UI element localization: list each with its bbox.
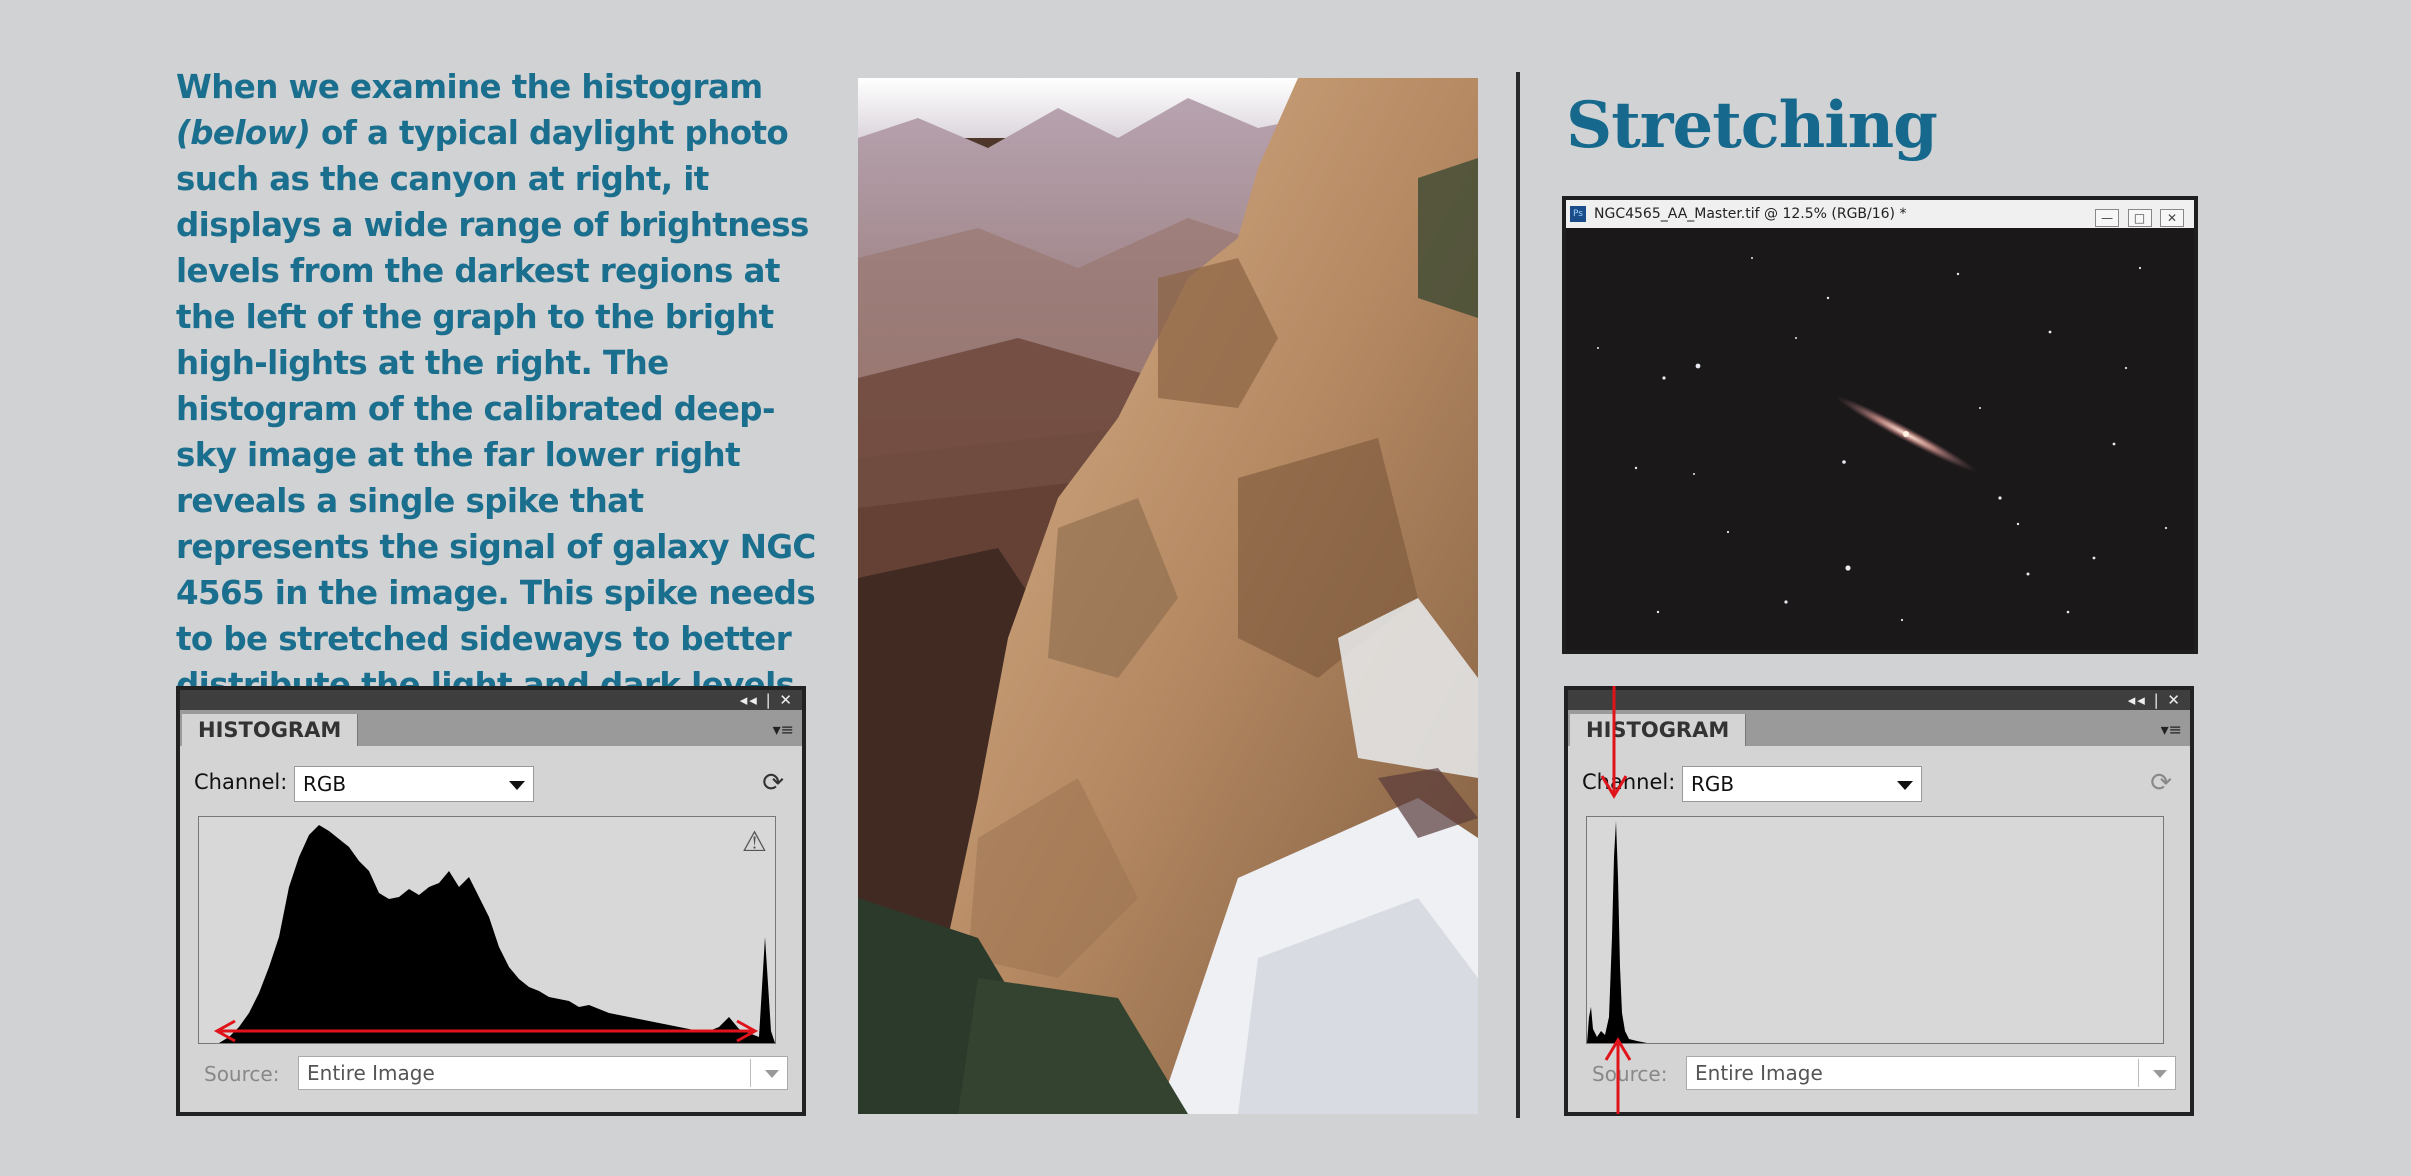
maximize-button[interactable]: □ <box>2127 209 2152 227</box>
source-label: Source: <box>204 1062 280 1086</box>
panel-header-bar[interactable]: ◂◂ | ✕ <box>1568 690 2190 710</box>
histogram-graph: ⚠ <box>198 816 776 1044</box>
panel-header-bar[interactable]: ◂◂ | ✕ <box>180 690 802 710</box>
intro-paragraph: When we examine the histogram (below) of… <box>176 64 816 754</box>
source-select-divider <box>2138 1059 2139 1087</box>
window-titlebar[interactable]: Ps NGC4565_AA_Master.tif @ 12.5% (RGB/16… <box>1566 200 2194 228</box>
channel-label: Channel: <box>194 770 288 794</box>
column-divider <box>1516 72 1520 1118</box>
channel-label: Channel: <box>1582 770 1676 794</box>
source-select-value: Entire Image <box>307 1061 435 1085</box>
panel-collapse-close-controls[interactable]: ◂◂ | ✕ <box>740 690 794 710</box>
channel-select-value: RGB <box>1691 772 1735 796</box>
chevron-down-icon <box>1897 781 1913 790</box>
panel-tab-row: HISTOGRAM ▾≡ <box>180 710 802 746</box>
canyon-photo-art <box>858 78 1478 1114</box>
close-button[interactable]: ✕ <box>2160 209 2184 227</box>
tab-histogram[interactable]: HISTOGRAM <box>1570 714 1747 746</box>
intro-body: of a typical daylight photo such as the … <box>176 114 816 750</box>
canyon-photo <box>858 78 1478 1114</box>
panel-menu-icon[interactable]: ▾≡ <box>2161 720 2182 739</box>
source-select-value: Entire Image <box>1695 1061 1823 1085</box>
chevron-down-icon <box>765 1070 779 1078</box>
panel-tab-row: HISTOGRAM ▾≡ <box>1568 710 2190 746</box>
channel-select[interactable]: RGB <box>294 766 534 802</box>
range-arrow-annotation <box>213 1019 759 1043</box>
source-select[interactable]: Entire Image <box>298 1056 788 1090</box>
histogram-spike <box>1587 821 1647 1043</box>
window-title: NGC4565_AA_Master.tif @ 12.5% (RGB/16) * <box>1594 206 1907 222</box>
galaxy-starfield <box>1566 228 2194 650</box>
section-title: Stretching <box>1566 88 1938 163</box>
panel-menu-icon[interactable]: ▾≡ <box>773 720 794 739</box>
source-select-divider <box>750 1059 751 1087</box>
source-select[interactable]: Entire Image <box>1686 1056 2176 1090</box>
histogram-panel-daylight[interactable]: ◂◂ | ✕ HISTOGRAM ▾≡ Channel: RGB ⟳ ⚠ Sou… <box>176 686 806 1116</box>
panel-collapse-close-controls[interactable]: ◂◂ | ✕ <box>2128 690 2182 710</box>
chevron-down-icon <box>509 781 525 790</box>
histogram-graph-art <box>1587 821 1647 1043</box>
histogram-panel-deep-sky[interactable]: ◂◂ | ✕ HISTOGRAM ▾≡ Channel: RGB ⟳ Sourc… <box>1564 686 2194 1116</box>
intro-below-emphasis: (below) <box>176 114 311 152</box>
channel-select-value: RGB <box>303 772 347 796</box>
tab-histogram[interactable]: HISTOGRAM <box>182 714 359 746</box>
source-label: Source: <box>1592 1062 1668 1086</box>
galaxy-image-canvas[interactable] <box>1566 228 2194 650</box>
minimize-button[interactable]: — <box>2095 209 2120 227</box>
intro-lead: When we examine the histogram <box>176 68 763 106</box>
photoshop-app-icon: Ps <box>1570 206 1586 222</box>
chevron-down-icon <box>2153 1070 2167 1078</box>
channel-select[interactable]: RGB <box>1682 766 1922 802</box>
refresh-icon[interactable]: ⟳ <box>762 768 784 798</box>
histogram-graph <box>1586 816 2164 1044</box>
image-document-window[interactable]: Ps NGC4565_AA_Master.tif @ 12.5% (RGB/16… <box>1562 196 2198 654</box>
refresh-icon[interactable]: ⟳ <box>2150 768 2172 798</box>
